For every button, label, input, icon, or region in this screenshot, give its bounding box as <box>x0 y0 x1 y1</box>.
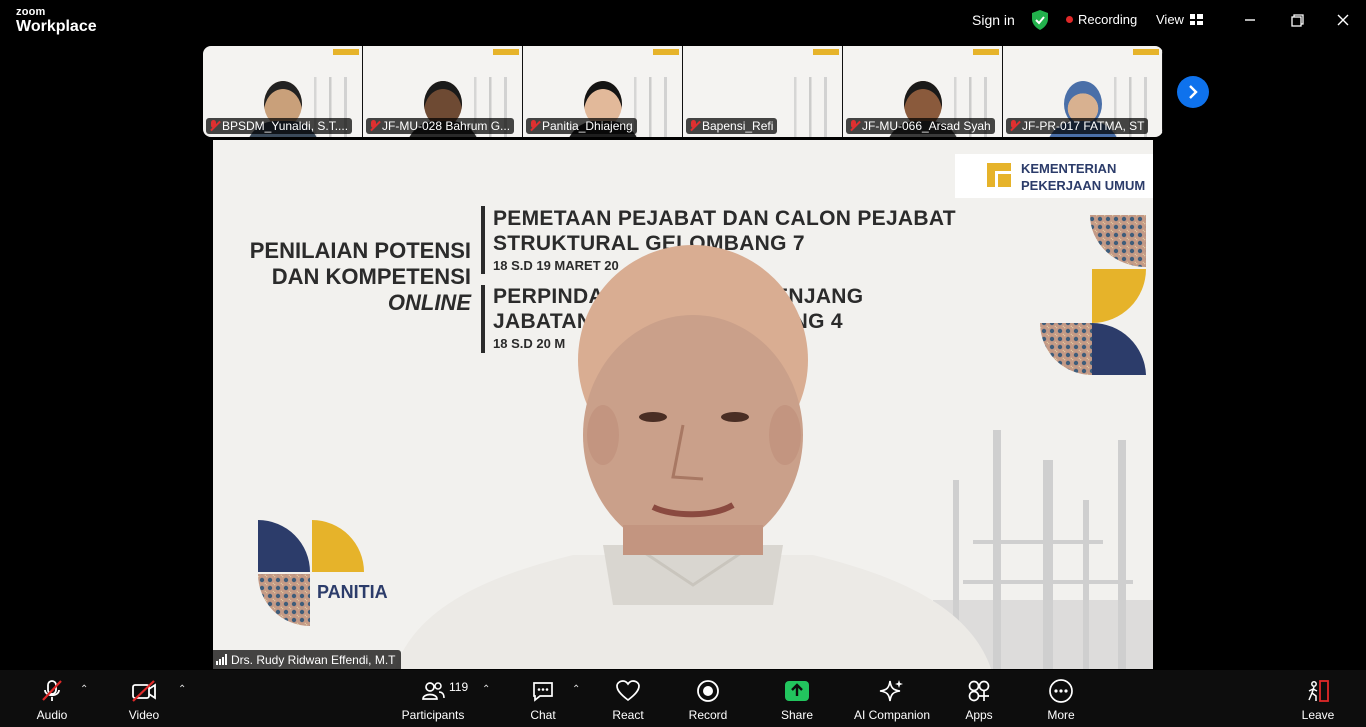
participants-options-chevron-icon[interactable]: ⌃ <box>482 684 490 695</box>
sign-in-link[interactable]: Sign in <box>972 12 1015 28</box>
sparkle-icon <box>879 680 903 702</box>
zoom-logo: zoom Workplace <box>16 7 97 35</box>
chat-button[interactable]: Chat <box>503 678 583 722</box>
participant-tile[interactable]: Panitia_Dhiajeng <box>523 46 683 137</box>
share-screen-icon <box>785 681 809 701</box>
muted-mic-icon <box>849 120 859 132</box>
view-button[interactable]: View <box>1156 12 1203 27</box>
leave-icon <box>1308 680 1329 702</box>
ai-companion-button[interactable]: AI Companion <box>842 678 942 722</box>
apps-icon <box>968 680 990 702</box>
speaker-figure <box>395 245 991 669</box>
main-video-name: Drs. Rudy Ridwan Effendi, M.T <box>231 652 396 667</box>
participant-tile[interactable]: Bapensi_Refi <box>683 46 843 137</box>
slide-title1-line1: PEMETAAN PEJABAT DAN CALON PEJABAT <box>493 207 956 230</box>
chat-label: Chat <box>530 708 556 722</box>
muted-mic-icon <box>1009 120 1019 132</box>
recording-indicator[interactable]: Recording <box>1066 12 1137 27</box>
signal-icon <box>216 654 227 665</box>
view-label: View <box>1156 12 1184 27</box>
react-label: React <box>612 708 644 722</box>
more-icon <box>1049 679 1073 703</box>
participant-tile[interactable]: JF-MU-028 Bahrum G... <box>363 46 523 137</box>
leave-label: Leave <box>1301 708 1335 722</box>
ai-companion-label: AI Companion <box>853 708 931 722</box>
decorative-shapes-left <box>258 520 364 626</box>
audio-label: Audio <box>36 708 68 722</box>
muted-mic-icon <box>369 120 379 132</box>
thumb-logo <box>973 49 999 55</box>
muted-mic-icon <box>529 120 539 132</box>
participant-name-tag: JF-MU-066_Arsad Syah <box>846 118 995 134</box>
participant-name-tag: Panitia_Dhiajeng <box>526 118 637 134</box>
video-button[interactable]: Video <box>104 678 184 722</box>
participant-strip: BPSDM_Yunaldi, S.T.... JF-MU-028 Bahrum … <box>203 46 1163 137</box>
participant-tile[interactable]: JF-PR-017 FATMA, ST <box>1003 46 1163 137</box>
thumb-refinery <box>782 77 842 137</box>
react-button[interactable]: React <box>588 678 668 722</box>
logo-small: zoom <box>16 6 46 18</box>
participant-name: Bapensi_Refi <box>702 119 774 133</box>
title-bar: zoom Workplace Sign in Recording View <box>0 0 1366 42</box>
logo-large: Workplace <box>16 18 97 35</box>
restore-icon[interactable] <box>1285 8 1309 32</box>
next-page-button[interactable] <box>1177 76 1209 108</box>
chat-icon <box>533 682 553 702</box>
participant-name: Panitia_Dhiajeng <box>542 119 633 133</box>
record-icon <box>697 680 719 702</box>
logo-line2: PEKERJAAN UMUM <box>1021 178 1146 193</box>
recording-label: Recording <box>1078 12 1138 27</box>
meeting-toolbar: Audio ⌃ Video ⌃ Participants 119 ⌃ Chat … <box>0 670 1366 727</box>
participant-name-tag: JF-MU-028 Bahrum G... <box>366 118 515 134</box>
thumb-logo <box>333 49 359 55</box>
main-video[interactable]: PENILAIAN POTENSI DAN KOMPETENSI ONLINE … <box>213 140 1153 669</box>
more-label: More <box>1047 708 1075 722</box>
participant-name: JF-PR-017 FATMA, ST <box>1022 119 1145 133</box>
leave-button[interactable]: Leave <box>1278 678 1358 722</box>
participants-label: Participants <box>401 708 465 722</box>
close-icon[interactable] <box>1331 8 1355 32</box>
apps-button[interactable]: Apps <box>939 678 1019 722</box>
share-button[interactable]: Share <box>757 678 837 722</box>
thumb-logo <box>813 49 839 55</box>
participant-name-tag: Bapensi_Refi <box>686 118 778 134</box>
record-label: Record <box>688 708 728 722</box>
audio-options-chevron-icon[interactable]: ⌃ <box>80 684 88 695</box>
grid-icon <box>1189 14 1203 25</box>
muted-mic-icon <box>42 680 62 701</box>
participant-name: JF-MU-028 Bahrum G... <box>382 119 511 133</box>
minimize-icon[interactable] <box>1238 8 1262 32</box>
share-label: Share <box>780 708 814 722</box>
participants-count: 119 <box>449 680 469 694</box>
apps-label: Apps <box>965 708 993 722</box>
participant-tile[interactable]: JF-MU-066_Arsad Syah <box>843 46 1003 137</box>
participant-name: JF-MU-066_Arsad Syah <box>862 119 991 133</box>
video-label: Video <box>128 708 160 722</box>
thumb-logo <box>1133 49 1159 55</box>
decorative-shapes <box>1040 215 1146 375</box>
thumb-logo <box>653 49 679 55</box>
more-button[interactable]: More <box>1021 678 1101 722</box>
video-options-chevron-icon[interactable]: ⌃ <box>178 684 186 695</box>
recording-dot-icon <box>1066 16 1073 23</box>
shield-check-icon[interactable] <box>1031 10 1049 30</box>
chevron-right-icon <box>1189 85 1198 99</box>
muted-mic-icon <box>689 120 699 132</box>
participant-name-tag: BPSDM_Yunaldi, S.T.... <box>206 118 353 134</box>
thumb-logo <box>493 49 519 55</box>
chat-options-chevron-icon[interactable]: ⌃ <box>572 684 580 695</box>
participants-icon <box>422 682 445 700</box>
heart-icon <box>616 680 640 702</box>
record-button[interactable]: Record <box>668 678 748 722</box>
participant-name: BPSDM_Yunaldi, S.T.... <box>222 119 349 133</box>
muted-mic-icon <box>209 120 219 132</box>
ministry-logo: KEMENTERIAN PEKERJAAN UMUM <box>955 154 1153 198</box>
participant-name-tag: JF-PR-017 FATMA, ST <box>1006 118 1149 134</box>
main-video-name-tag: Drs. Rudy Ridwan Effendi, M.T <box>213 650 401 669</box>
video-off-icon <box>132 680 156 702</box>
pu-logo-icon <box>987 163 1011 187</box>
participant-tile[interactable]: BPSDM_Yunaldi, S.T.... <box>203 46 363 137</box>
logo-line1: KEMENTERIAN <box>1021 161 1117 176</box>
